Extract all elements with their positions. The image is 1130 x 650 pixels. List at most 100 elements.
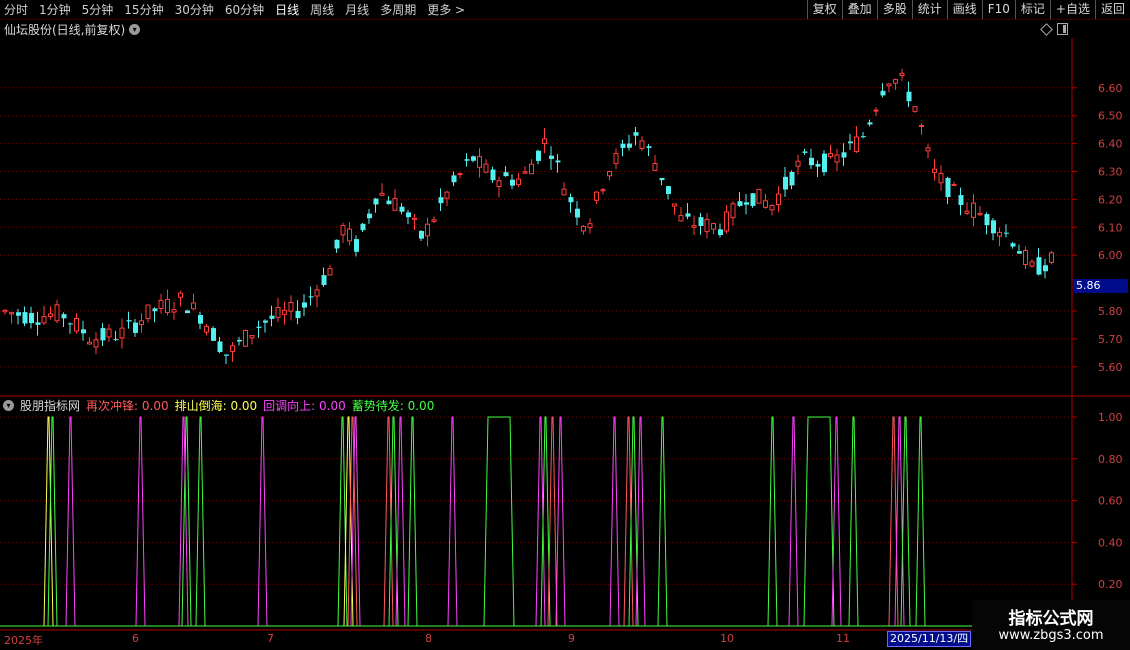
price-axis-label: 6.50 <box>1098 110 1123 123</box>
candle-body <box>113 339 119 341</box>
indicator-pulse <box>915 416 926 627</box>
candle <box>925 143 931 159</box>
candle <box>776 186 781 213</box>
chevron-down-icon[interactable]: ▾ <box>129 23 141 35</box>
candle-body <box>932 168 937 174</box>
candle-body <box>321 275 327 285</box>
candle-body <box>399 206 405 212</box>
candle-body <box>568 197 574 203</box>
candle <box>100 323 106 346</box>
candle <box>828 145 833 159</box>
candle-body <box>288 301 294 312</box>
candle <box>744 193 749 215</box>
indicator-axis-label: 0.80 <box>1098 453 1123 466</box>
candle <box>594 191 599 205</box>
candle-body <box>340 225 346 236</box>
candle-body <box>87 341 92 345</box>
candle <box>945 176 951 205</box>
candle-body <box>477 156 482 168</box>
candle <box>912 105 918 113</box>
candle <box>347 222 352 246</box>
candle-body <box>639 140 645 149</box>
candle-body <box>243 330 248 347</box>
candle-body <box>886 83 892 87</box>
candle <box>718 223 723 238</box>
chart-canvas[interactable]: 6.60 6.50 6.40 6.30 6.20 6.10 6.00 5.80 5.70 5.60… <box>0 0 1130 650</box>
indicator-title[interactable]: ▾ 股朋指标网 再次冲锋: 0.00 排山倒海: 0.00 回调向上: 0.00… <box>3 398 434 413</box>
candle <box>249 335 255 345</box>
candle-body <box>2 309 8 313</box>
candle <box>185 309 190 314</box>
candle <box>126 311 132 329</box>
candle <box>867 119 873 127</box>
candle-body <box>581 225 586 232</box>
candlestick-series[interactable] <box>2 68 1054 365</box>
candle <box>354 235 359 257</box>
candle <box>444 190 450 207</box>
candle <box>165 289 170 316</box>
candle <box>1043 258 1048 279</box>
stock-name: 仙坛股份(日线,前复权) <box>4 22 126 37</box>
candle-body <box>171 309 177 313</box>
candle-body <box>35 322 41 325</box>
candle-body <box>204 325 209 333</box>
candle <box>81 320 86 341</box>
candle <box>412 213 417 230</box>
indicator-value-1: 再次冲锋: 0.00 <box>86 399 169 413</box>
candle <box>457 172 463 179</box>
watermark-title: 指标公式网 <box>1008 609 1094 629</box>
candle <box>809 148 814 169</box>
candle <box>568 193 574 213</box>
candle <box>627 134 632 151</box>
candle <box>763 193 768 209</box>
candle-body <box>471 156 476 161</box>
candle <box>321 267 327 287</box>
candle-body <box>412 217 417 220</box>
candle-body <box>133 322 138 333</box>
candle <box>691 215 697 235</box>
price-axis-label: 6.00 <box>1098 249 1123 262</box>
candle <box>997 227 1002 247</box>
indicator-series[interactable] <box>0 416 1072 627</box>
main-chart-title[interactable]: 仙坛股份(日线,前复权) ▾ <box>4 21 141 37</box>
candle-body <box>646 146 652 148</box>
candle-body <box>119 327 125 339</box>
candle-body <box>198 315 203 324</box>
candle-body <box>828 153 833 158</box>
candle-body <box>93 339 99 348</box>
time-label-sep: 9 <box>568 632 575 645</box>
candle-body <box>496 180 502 188</box>
candle-body <box>185 310 190 314</box>
panel-toggle-icon[interactable] <box>1057 23 1068 35</box>
indicator-value-4: 蓄势待发: 0.00 <box>351 399 435 413</box>
candle-body <box>490 169 496 181</box>
candle-body <box>41 316 47 324</box>
candle-body <box>899 72 905 77</box>
chevron-down-icon[interactable]: ▾ <box>3 400 14 411</box>
candle <box>633 127 639 146</box>
candle <box>659 177 665 186</box>
candle <box>730 201 736 226</box>
candle <box>652 155 658 172</box>
candle-body <box>750 193 756 206</box>
candle-body <box>406 212 411 218</box>
candle-body <box>991 220 996 234</box>
candle <box>977 205 983 216</box>
candle <box>536 149 541 165</box>
candle-body <box>666 186 671 194</box>
candle-body <box>848 141 853 144</box>
candle <box>204 323 209 336</box>
candle <box>861 131 866 139</box>
candle <box>171 301 177 320</box>
diamond-icon[interactable] <box>1040 23 1053 36</box>
indicator-pulse <box>407 416 418 627</box>
indicator-pulse <box>383 416 394 627</box>
indicator-axis-label: 1.00 <box>1098 411 1123 424</box>
candle-body <box>379 192 385 196</box>
candle <box>191 293 196 311</box>
candle <box>1036 247 1042 276</box>
candle <box>399 202 405 215</box>
candle <box>822 150 827 176</box>
candle <box>211 326 216 341</box>
candle-body <box>61 314 67 319</box>
